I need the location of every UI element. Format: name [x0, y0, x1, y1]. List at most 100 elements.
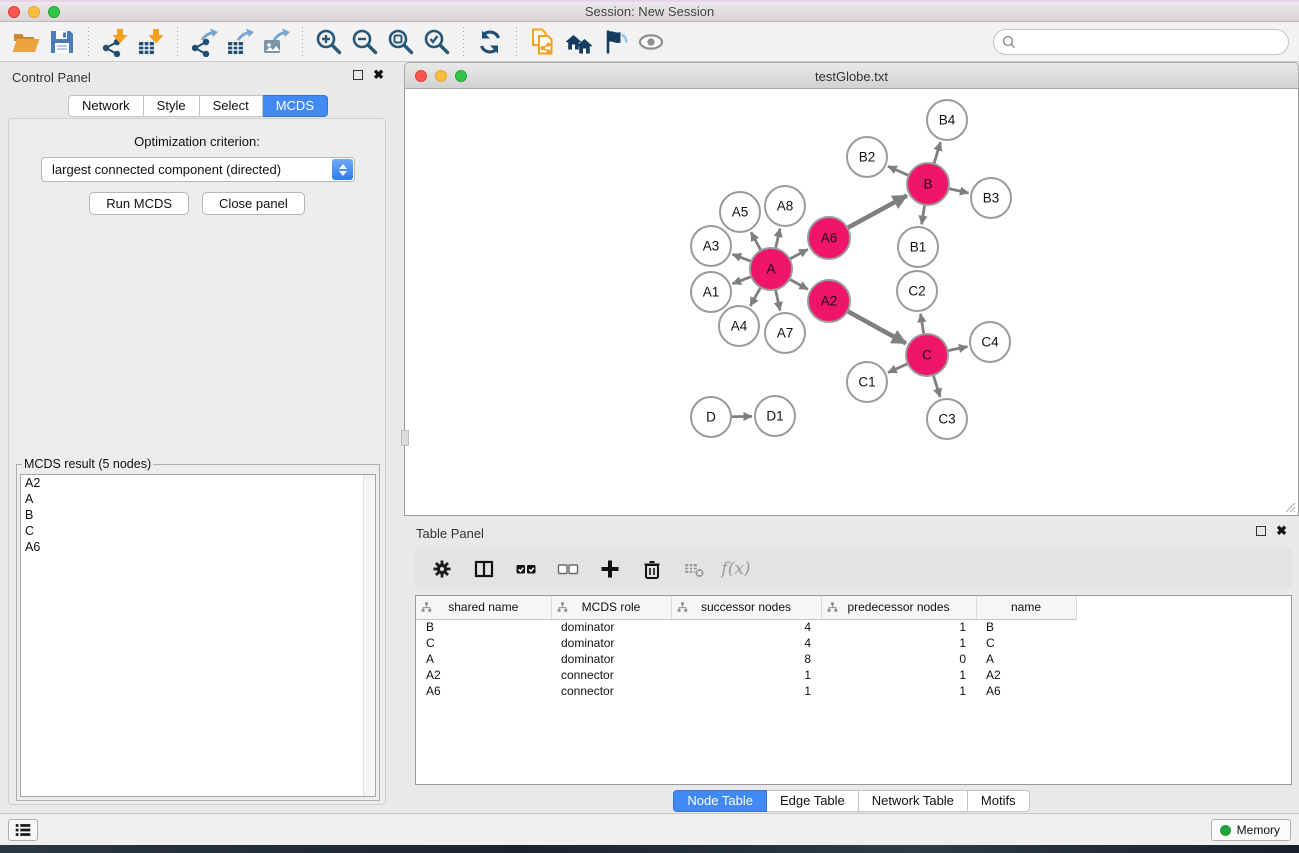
table-row[interactable]: A6connector11A6 — [416, 683, 1292, 699]
result-list-item[interactable]: C — [21, 523, 375, 539]
column-header-name[interactable]: name — [976, 596, 1076, 619]
trash-icon[interactable] — [639, 556, 665, 582]
table-tab-node-table[interactable]: Node Table — [673, 790, 767, 812]
column-header-successor-nodes[interactable]: successor nodes — [671, 596, 821, 619]
edge-A2-C[interactable] — [846, 310, 906, 343]
eye-icon[interactable] — [633, 25, 669, 59]
unselect-all-icon[interactable] — [555, 556, 581, 582]
home-icon[interactable] — [561, 25, 597, 59]
cell-name[interactable]: A2 — [976, 667, 1076, 683]
result-list-item[interactable]: A2 — [21, 475, 375, 491]
tab-network[interactable]: Network — [68, 95, 144, 117]
tab-style[interactable]: Style — [144, 95, 200, 117]
edge-A-A5[interactable] — [751, 232, 762, 252]
cell-predecessor-nodes[interactable]: 1 — [821, 635, 976, 651]
delete-table-icon[interactable] — [681, 556, 707, 582]
cell-MCDS-role[interactable]: dominator — [551, 651, 671, 667]
edge-A-A8[interactable] — [775, 228, 780, 250]
export-image-icon[interactable] — [258, 25, 294, 59]
export-network-icon[interactable] — [186, 25, 222, 59]
edge-B-B2[interactable] — [888, 166, 911, 176]
cell-shared-name[interactable]: A6 — [416, 683, 551, 699]
zoom-selected-icon[interactable] — [419, 25, 455, 59]
gear-icon[interactable] — [429, 556, 455, 582]
optimization-criterion-dropdown[interactable]: largest connected component (directed) — [41, 157, 355, 182]
cell-predecessor-nodes[interactable]: 0 — [821, 651, 976, 667]
edge-C-C4[interactable] — [946, 347, 968, 352]
tab-mcds[interactable]: MCDS — [263, 95, 328, 117]
edge-C-C3[interactable] — [933, 373, 940, 397]
edge-A-A6[interactable] — [788, 249, 808, 260]
table-row[interactable]: A2connector11A2 — [416, 667, 1292, 683]
cell-name[interactable]: A6 — [976, 683, 1076, 699]
edge-A-A2[interactable] — [788, 278, 808, 289]
table-row[interactable]: Adominator80A — [416, 651, 1292, 667]
zoom-fit-icon[interactable] — [383, 25, 419, 59]
import-network-icon[interactable] — [97, 25, 133, 59]
export-table-icon[interactable] — [222, 25, 258, 59]
run-mcds-button[interactable]: Run MCDS — [89, 192, 189, 215]
cell-predecessor-nodes[interactable]: 1 — [821, 619, 976, 635]
cell-MCDS-role[interactable]: connector — [551, 667, 671, 683]
close-table-panel-icon[interactable]: ✖ — [1276, 526, 1287, 536]
cell-successor-nodes[interactable]: 8 — [671, 651, 821, 667]
refresh-icon[interactable] — [472, 25, 508, 59]
column-header-shared-name[interactable]: shared name — [416, 596, 551, 619]
node-table-grid[interactable]: shared nameMCDS rolesuccessor nodesprede… — [416, 596, 1292, 699]
import-table-icon[interactable] — [133, 25, 169, 59]
resize-grip-icon[interactable] — [1282, 499, 1296, 513]
zoom-out-icon[interactable] — [347, 25, 383, 59]
add-icon[interactable] — [597, 556, 623, 582]
network-canvas[interactable]: A5A8A3AA1A4A7A6A2BB2B4B3B1C2CC4C1C3DD1 — [404, 89, 1299, 516]
cell-MCDS-role[interactable]: dominator — [551, 635, 671, 651]
network-window-titlebar[interactable]: testGlobe.txt — [404, 62, 1299, 89]
edge-C-C1[interactable] — [888, 363, 910, 373]
duplicate-network-icon[interactable] — [525, 25, 561, 59]
cell-shared-name[interactable]: C — [416, 635, 551, 651]
result-list-item[interactable]: A6 — [21, 539, 375, 555]
result-list-scrollbar[interactable] — [363, 475, 375, 796]
table-row[interactable]: Bdominator41B — [416, 619, 1292, 635]
show-panels-button[interactable] — [8, 819, 38, 841]
search-box[interactable] — [993, 29, 1289, 55]
select-all-icon[interactable] — [513, 556, 539, 582]
table-tab-network-table[interactable]: Network Table — [859, 790, 968, 812]
close-panel-icon[interactable]: ✖ — [373, 70, 384, 80]
result-list-item[interactable]: A — [21, 491, 375, 507]
cell-successor-nodes[interactable]: 4 — [671, 635, 821, 651]
cell-successor-nodes[interactable]: 1 — [671, 667, 821, 683]
result-list-item[interactable]: B — [21, 507, 375, 523]
cell-name[interactable]: C — [976, 635, 1076, 651]
mcds-result-list[interactable]: A2ABCA6 — [20, 474, 376, 797]
close-panel-button[interactable]: Close panel — [202, 192, 305, 215]
edge-B-B3[interactable] — [947, 188, 969, 193]
zoom-in-icon[interactable] — [311, 25, 347, 59]
network-graph[interactable]: A5A8A3AA1A4A7A6A2BB2B4B3B1C2CC4C1C3DD1 — [405, 89, 1298, 515]
cell-shared-name[interactable]: A2 — [416, 667, 551, 683]
edge-A-A1[interactable] — [732, 276, 753, 284]
column-header-predecessor-nodes[interactable]: predecessor nodes — [821, 596, 976, 619]
cell-MCDS-role[interactable]: dominator — [551, 619, 671, 635]
edge-B-B1[interactable] — [922, 203, 925, 225]
memory-button[interactable]: Memory — [1211, 819, 1291, 841]
cell-shared-name[interactable]: A — [416, 651, 551, 667]
cell-predecessor-nodes[interactable]: 1 — [821, 683, 976, 699]
table-tab-motifs[interactable]: Motifs — [968, 790, 1030, 812]
edge-B-B4[interactable] — [933, 142, 940, 166]
cell-name[interactable]: B — [976, 619, 1076, 635]
graphics-details-icon[interactable] — [597, 25, 633, 59]
columns-icon[interactable] — [471, 556, 497, 582]
cell-MCDS-role[interactable]: connector — [551, 683, 671, 699]
open-icon[interactable] — [8, 25, 44, 59]
tab-select[interactable]: Select — [200, 95, 263, 117]
edge-A-A3[interactable] — [732, 254, 753, 262]
column-header-MCDS-role[interactable]: MCDS role — [551, 596, 671, 619]
edge-A6-B[interactable] — [846, 195, 907, 228]
edge-A-A4[interactable] — [750, 286, 761, 306]
float-table-panel-icon[interactable] — [1256, 526, 1266, 536]
table-row[interactable]: Cdominator41C — [416, 635, 1292, 651]
cell-successor-nodes[interactable]: 4 — [671, 619, 821, 635]
cell-successor-nodes[interactable]: 1 — [671, 683, 821, 699]
cell-shared-name[interactable]: B — [416, 619, 551, 635]
splitter-handle[interactable] — [401, 430, 409, 446]
